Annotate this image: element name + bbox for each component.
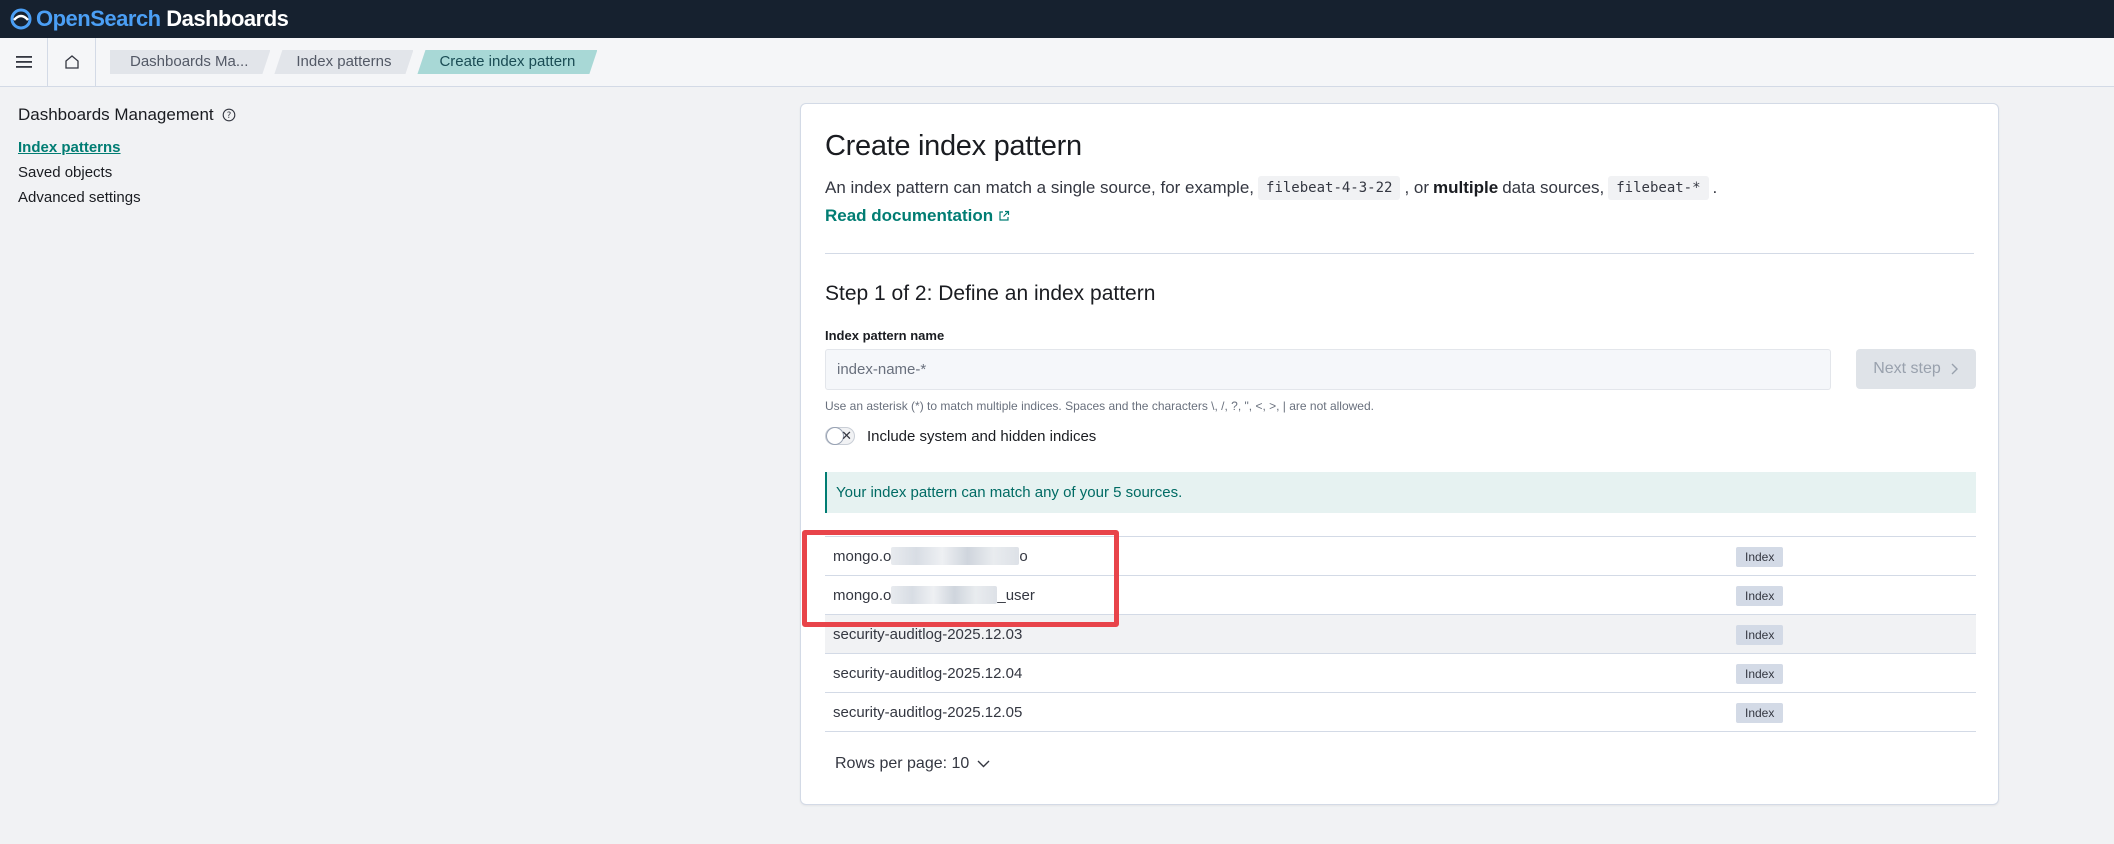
secondary-header: Dashboards Ma... Index patterns Create i… — [0, 37, 2114, 87]
index-name-cell: security-auditlog-2025.12.05 — [833, 703, 1023, 721]
description-text: . — [1712, 178, 1718, 197]
sidebar-title-text: Dashboards Management — [18, 105, 214, 124]
home-button[interactable] — [48, 37, 96, 87]
index-type-badge: Index — [1736, 703, 1784, 723]
brand-name: OpenSearch Dashboards — [36, 6, 289, 31]
breadcrumb: Dashboards Ma... Index patterns Create i… — [110, 50, 595, 74]
sidebar-item-index-patterns[interactable]: Index patterns — [18, 135, 318, 160]
svg-text:?: ? — [226, 111, 231, 121]
description-text: , or — [1404, 178, 1430, 197]
sidebar-item-saved-objects[interactable]: Saved objects — [18, 160, 318, 185]
rows-per-page-button[interactable]: Rows per page: 10 — [835, 755, 990, 773]
read-documentation-label: Read documentation — [825, 206, 994, 225]
breadcrumb-create-index-pattern: Create index pattern — [417, 50, 597, 74]
page-title: Create index pattern — [825, 130, 1082, 162]
example-code-multiple: filebeat-* — [1608, 176, 1709, 200]
breadcrumb-dashboards-management[interactable]: Dashboards Ma... — [110, 50, 270, 74]
menu-button[interactable] — [0, 37, 48, 87]
help-icon[interactable]: ? — [222, 108, 236, 122]
read-documentation-link[interactable]: Read documentation — [825, 206, 1010, 226]
breadcrumb-index-patterns[interactable]: Index patterns — [274, 50, 413, 74]
hamburger-menu-icon — [15, 56, 32, 68]
include-hidden-indices-row: ✕ Include system and hidden indices — [825, 427, 1096, 445]
annotation-highlight-box — [802, 530, 1119, 627]
opensearch-dashboards-logo[interactable]: OpenSearch Dashboards — [10, 0, 289, 38]
next-step-label: Next step — [1873, 360, 1941, 377]
chevron-down-icon — [977, 760, 990, 768]
table-row: security-auditlog-2025.12.05 Index — [825, 693, 1976, 732]
description-text: An index pattern can match a single sour… — [825, 178, 1255, 197]
toggle-off-icon: ✕ — [841, 428, 852, 443]
sidebar-title: Dashboards Management ? — [18, 104, 318, 126]
index-name-cell: security-auditlog-2025.12.03 — [833, 625, 1023, 643]
external-link-icon — [999, 210, 1010, 221]
chevron-right-icon — [1951, 363, 1958, 375]
create-index-pattern-panel: Create index pattern An index pattern ca… — [800, 103, 1999, 805]
index-pattern-name-input[interactable] — [825, 349, 1831, 390]
description-bold: multiple — [1433, 178, 1499, 197]
index-name-cell: security-auditlog-2025.12.04 — [833, 664, 1023, 682]
index-pattern-name-label: Index pattern name — [825, 328, 945, 343]
index-type-badge: Index — [1736, 664, 1784, 684]
include-hidden-indices-label: Include system and hidden indices — [867, 427, 1097, 445]
section-divider — [825, 253, 1974, 254]
opensearch-logo-icon — [10, 8, 32, 30]
rows-per-page-label: Rows per page: 10 — [835, 755, 970, 772]
index-type-badge: Index — [1736, 586, 1784, 606]
index-type-badge: Index — [1736, 547, 1784, 567]
next-step-button[interactable]: Next step — [1856, 349, 1976, 389]
page-description: An index pattern can match a single sour… — [825, 176, 1717, 200]
sidebar-item-advanced-settings[interactable]: Advanced settings — [18, 185, 318, 210]
sidebar: Dashboards Management ? Index patterns S… — [18, 104, 318, 210]
index-type-badge: Index — [1736, 625, 1784, 645]
match-sources-callout: Your index pattern can match any of your… — [825, 472, 1976, 513]
include-hidden-indices-toggle[interactable]: ✕ — [825, 427, 855, 445]
index-pattern-help-text: Use an asterisk (*) to match multiple in… — [825, 399, 1374, 413]
example-code-single: filebeat-4-3-22 — [1258, 176, 1401, 200]
description-text: data sources, — [1502, 178, 1605, 197]
home-icon — [64, 55, 79, 69]
table-row: security-auditlog-2025.12.04 Index — [825, 654, 1976, 693]
step-title: Step 1 of 2: Define an index pattern — [825, 282, 1156, 305]
top-header: OpenSearch Dashboards — [0, 0, 2114, 38]
